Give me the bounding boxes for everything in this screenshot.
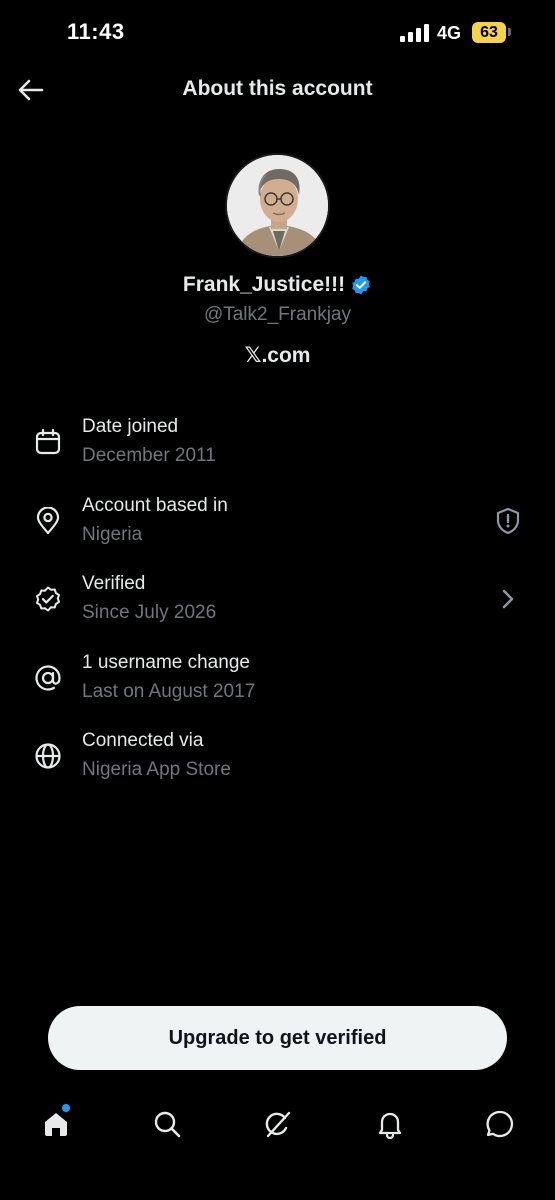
home-icon	[45, 1113, 67, 1136]
grok-icon	[265, 1111, 291, 1138]
status-bar: 11:43 4G 63	[0, 0, 555, 64]
home-notification-dot	[62, 1104, 70, 1112]
info-subtitle: Since July 2026	[82, 602, 217, 623]
nav-notifications[interactable]	[372, 1106, 408, 1142]
messages-icon	[486, 1110, 514, 1138]
info-subtitle: Last on August 2017	[82, 681, 256, 702]
nav-messages[interactable]	[482, 1106, 518, 1142]
page-title: About this account	[182, 77, 373, 100]
network-type: 4G	[437, 23, 462, 43]
bottom-nav	[0, 1100, 555, 1150]
profile-handle: @Talk2_Frankjay	[203, 304, 352, 325]
battery-level: 63	[472, 22, 506, 43]
shield-alert-icon	[496, 507, 520, 535]
info-title: 1 username change	[82, 652, 250, 673]
info-title: Connected via	[82, 730, 204, 751]
info-title: Account based in	[82, 495, 228, 516]
info-title: Date joined	[82, 416, 179, 437]
upgrade-to-get-verified-button[interactable]: Upgrade to get verified	[48, 1006, 507, 1070]
info-subtitle: Nigeria	[82, 524, 143, 545]
profile-name-row: Frank_Justice!!!	[0, 273, 555, 297]
info-row-username-change: 1 username change Last on August 2017	[0, 644, 555, 710]
verified-details-button[interactable]	[495, 585, 521, 613]
info-row-date-joined: Date joined December 2011	[0, 408, 555, 474]
location-info-button[interactable]	[495, 507, 521, 535]
info-row-account-based-in: Account based in Nigeria	[0, 487, 555, 553]
at-sign-icon	[35, 665, 61, 691]
battery-icon	[508, 28, 511, 36]
verified-badge-icon	[352, 275, 370, 295]
info-row-verified[interactable]: Verified Since July 2026	[0, 565, 555, 631]
info-title: Verified	[82, 573, 146, 594]
status-time: 11:43	[67, 19, 125, 44]
nav-grok[interactable]	[260, 1106, 296, 1142]
site-label: 𝕏.com	[244, 344, 311, 367]
calendar-icon	[35, 428, 61, 455]
notifications-bell-icon	[378, 1112, 402, 1139]
location-pin-icon	[36, 507, 60, 535]
verified-badge-outline-icon	[36, 586, 60, 612]
nav-home[interactable]	[38, 1106, 74, 1142]
info-subtitle: December 2011	[82, 445, 216, 466]
info-row-connected-via: Connected via Nigeria App Store	[0, 722, 555, 788]
nav-search[interactable]	[149, 1106, 185, 1142]
display-name: Frank_Justice!!!	[182, 273, 346, 296]
avatar[interactable]	[225, 153, 330, 258]
info-subtitle: Nigeria App Store	[82, 759, 231, 780]
globe-icon	[35, 743, 61, 769]
search-icon	[154, 1111, 181, 1138]
chevron-right-icon	[502, 589, 514, 609]
header: About this account	[0, 64, 555, 116]
signal-strength-icon	[400, 24, 429, 42]
avatar-photo	[227, 155, 328, 256]
